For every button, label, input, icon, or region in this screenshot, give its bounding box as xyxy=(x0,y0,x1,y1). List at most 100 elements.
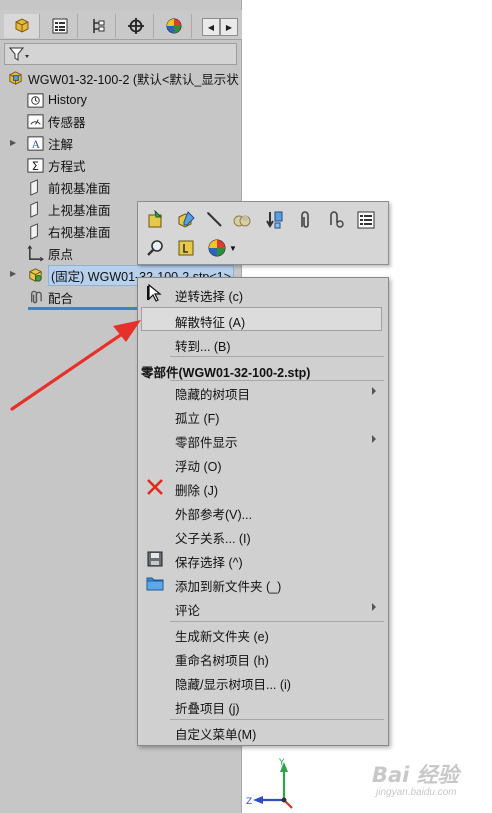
pencil-part-icon xyxy=(178,211,195,228)
menu-item-create-new-folder[interactable]: 生成新文件夹 (e) xyxy=(138,621,388,645)
tree-item-equations[interactable]: Σ 方程式 xyxy=(26,155,86,175)
configuration-tree-icon xyxy=(92,19,104,33)
tab-property-manager[interactable] xyxy=(42,14,78,38)
crosshair-icon xyxy=(127,18,144,34)
tree-item-history[interactable]: History xyxy=(26,90,87,110)
origin-axes-icon xyxy=(26,244,44,262)
dropdown-caret-icon: ▼ xyxy=(229,243,237,253)
equation-sigma-icon: Σ xyxy=(26,156,44,174)
menu-item-label: 评论 xyxy=(175,604,201,618)
assembly-tree-icon xyxy=(15,18,28,33)
annotation-icon: A xyxy=(26,134,44,152)
smart-fastener-button[interactable] xyxy=(202,208,226,232)
appearance-dropdown-button[interactable]: ▼ xyxy=(204,236,240,260)
menu-item-float[interactable]: 浮动 (O) xyxy=(138,451,388,475)
tree-item-mates[interactable]: 配合 xyxy=(26,287,73,307)
part-component-icon xyxy=(26,266,44,284)
tree-item-label: 原点 xyxy=(48,247,74,262)
menu-item-external-references[interactable]: 外部参考(V)... xyxy=(138,499,388,523)
triad-z-label: Z xyxy=(246,797,252,807)
view-mates-button[interactable] xyxy=(324,208,348,232)
tab-scroll-buttons: ◀ ▶ xyxy=(202,18,238,36)
tree-item-front-plane[interactable]: 前视基准面 xyxy=(26,177,111,197)
tree-item-label: 注解 xyxy=(48,137,74,152)
submenu-arrow-icon xyxy=(372,387,376,395)
menu-item-label: 自定义菜单(M) xyxy=(175,728,257,742)
menu-item-label: 重命名树项目 (h) xyxy=(175,654,269,668)
watermark-brand: Bai 经验 xyxy=(372,763,459,787)
tab-dimxpert-manager[interactable] xyxy=(118,14,154,38)
transparency-icon xyxy=(266,211,283,229)
add-mate-button[interactable] xyxy=(294,208,318,232)
cursor-arrow-icon xyxy=(147,284,162,302)
tree-item-annotations[interactable]: A 注解 xyxy=(26,133,73,153)
save-disk-icon xyxy=(147,551,163,567)
zoom-to-selection-button[interactable] xyxy=(144,236,168,260)
menu-item-label: 逆转选择 (c) xyxy=(175,290,244,304)
expand-arrow-icon[interactable]: ▶ xyxy=(10,139,18,147)
menu-item-save-selection[interactable]: 保存选择 (^) xyxy=(138,547,388,571)
menu-item-label: 生成新文件夹 (e) xyxy=(175,630,269,644)
submenu-arrow-icon xyxy=(372,603,376,611)
tree-item-origin[interactable]: 原点 xyxy=(26,243,73,263)
menu-item-rename-tree-item[interactable]: 重命名树项目 (h) xyxy=(138,645,388,669)
menu-section-header: 零部件(WGW01-32-100-2.stp) xyxy=(141,366,311,380)
property-list-icon xyxy=(52,18,67,34)
chevron-left-icon: ◀ xyxy=(207,22,215,32)
context-toolbar: ▼ xyxy=(137,201,389,265)
menu-item-invert-selection[interactable]: 逆转选择 (c) xyxy=(138,281,388,305)
menu-item-label: 孤立 (F) xyxy=(175,412,220,426)
tree-item-label: 传感器 xyxy=(48,115,86,130)
tree-filter-bar[interactable] xyxy=(4,43,237,65)
paperclip-icon xyxy=(301,211,309,228)
plane-icon xyxy=(26,178,44,196)
tab-feature-manager[interactable] xyxy=(4,14,40,38)
tree-item-label: 上视基准面 xyxy=(48,203,111,218)
menu-item-delete[interactable]: 删除 (J) xyxy=(138,475,388,499)
expand-arrow-icon[interactable]: ▶ xyxy=(10,270,18,278)
menu-item-add-to-new-folder[interactable]: 添加到新文件夹 (_) xyxy=(138,571,388,595)
tab-display-manager[interactable] xyxy=(156,14,192,38)
menu-item-label: 外部参考(V)... xyxy=(175,508,253,522)
tree-item-sensors[interactable]: 传感器 xyxy=(26,111,86,131)
tree-root-assembly[interactable]: WGW01-32-100-2 (默认<默认_显示状 xyxy=(6,68,239,88)
menu-item-isolate[interactable]: 孤立 (F) xyxy=(138,403,388,427)
delete-x-icon xyxy=(147,479,163,495)
menu-item-comment[interactable]: 评论 xyxy=(138,595,388,619)
change-transparency-button[interactable] xyxy=(262,208,286,232)
appearance-sphere-icon xyxy=(208,239,226,257)
tree-item-label: 方程式 xyxy=(48,159,86,174)
plane-icon xyxy=(26,222,44,240)
svg-text:Σ: Σ xyxy=(31,159,38,173)
svg-text:A: A xyxy=(31,139,40,151)
menu-item-customize-menu[interactable]: 自定义菜单(M) xyxy=(138,719,388,743)
tree-item-top-plane[interactable]: 上视基准面 xyxy=(26,199,111,219)
context-menu: 逆转选择 (c) 解散特征 (A) 转到... (B) 零部件(WGW01-32… xyxy=(137,277,389,746)
menu-item-label: 转到... (B) xyxy=(175,340,231,354)
assembly-icon xyxy=(6,69,24,87)
properties-button[interactable] xyxy=(354,208,378,232)
scroll-left-button[interactable]: ◀ xyxy=(202,18,220,36)
menu-item-hidden-tree-items[interactable]: 隐藏的树项目 xyxy=(138,379,388,403)
hide-components-button[interactable] xyxy=(230,208,254,232)
tab-configuration-manager[interactable] xyxy=(80,14,116,38)
reference-triad: Y Z xyxy=(246,758,293,809)
tree-item-label: 右视基准面 xyxy=(48,225,111,240)
property-list-icon xyxy=(357,211,375,229)
scroll-right-button[interactable]: ▶ xyxy=(220,18,238,36)
edit-part-button[interactable] xyxy=(144,208,168,232)
tree-item-label: 配合 xyxy=(48,291,74,306)
magnifier-icon xyxy=(147,240,163,256)
menu-item-collapse-items[interactable]: 折叠项目 (j) xyxy=(138,693,388,717)
menu-item-go-to[interactable]: 转到... (B) xyxy=(138,331,388,355)
menu-item-hide-show-tree-items[interactable]: 隐藏/显示树项目... (i) xyxy=(138,669,388,693)
menu-item-dissolve-feature[interactable]: 解散特征 (A) xyxy=(141,307,382,331)
tree-item-right-plane[interactable]: 右视基准面 xyxy=(26,221,111,241)
normal-to-button[interactable] xyxy=(174,236,198,260)
menu-item-component-display[interactable]: 零部件显示 xyxy=(138,427,388,451)
edit-assembly-button[interactable] xyxy=(174,208,198,232)
tree-item-label: History xyxy=(48,93,87,107)
menu-item-parent-child[interactable]: 父子关系... (I) xyxy=(138,523,388,547)
filter-funnel-icon xyxy=(9,47,29,61)
menu-item-label: 解散特征 (A) xyxy=(175,316,246,330)
